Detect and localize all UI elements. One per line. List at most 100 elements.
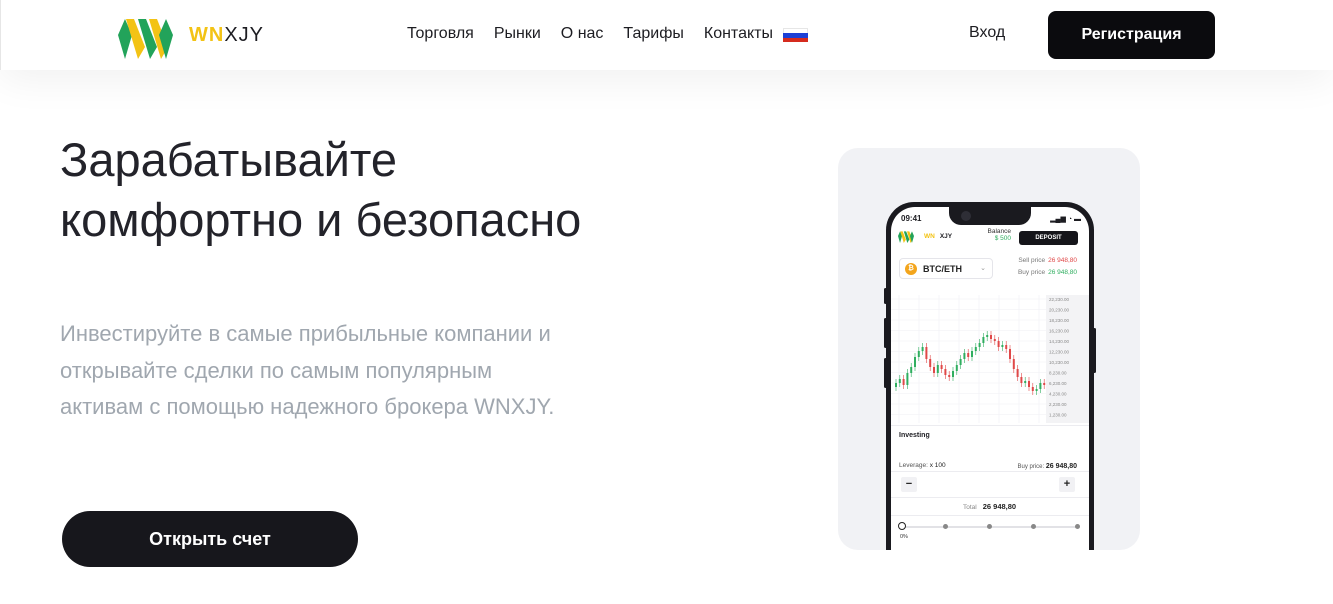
candle — [929, 359, 932, 367]
candle — [986, 335, 989, 337]
candle — [974, 347, 977, 351]
total: Total 26 948,80 — [963, 502, 1017, 511]
balance: Balance $ 500 — [987, 228, 1012, 242]
candle — [990, 335, 992, 339]
candle — [1009, 349, 1011, 359]
slider-step[interactable] — [987, 524, 992, 529]
candle — [955, 365, 958, 371]
logo-mark-icon — [118, 19, 173, 59]
price-axis-label: 2,230.00 — [1049, 402, 1067, 407]
buy-price: Buy price 26 948,80 — [1017, 269, 1077, 276]
candle — [1020, 377, 1023, 383]
sell-price: Sell price 26 948,80 — [1018, 257, 1077, 264]
candle — [902, 379, 905, 385]
candle — [1031, 387, 1034, 391]
price-axis-label: 10,230.00 — [1049, 360, 1070, 365]
price-chart: 22,230.00 20,230.00 18,230.00 16,230.00 14,2… — [891, 295, 1089, 423]
candle — [978, 343, 981, 347]
chevron-down-icon: ⌄ — [980, 265, 986, 272]
candle — [963, 353, 966, 359]
hero-title: Зарабатывайте комфортно и безопасно — [60, 133, 582, 246]
price-axis-label: 14,230.00 — [1049, 339, 1070, 344]
candle — [993, 339, 996, 341]
slider-step[interactable] — [1075, 524, 1080, 529]
candle — [959, 359, 962, 365]
price-axis-label: 6,230.00 — [1049, 381, 1067, 386]
candle — [1035, 389, 1038, 391]
main-nav: Торговля Рынки О нас Тарифы Контакты — [407, 24, 808, 44]
price-axis-label: 12,230.00 — [1049, 350, 1070, 355]
divider — [891, 497, 1089, 498]
candle — [1005, 345, 1008, 349]
nav-item-about[interactable]: О нас — [561, 24, 604, 44]
logo[interactable]: WNXJY — [118, 11, 264, 59]
nav-item-trading[interactable]: Торговля — [407, 24, 474, 44]
price-axis-label: 16,230.00 — [1049, 329, 1070, 334]
candle — [1001, 345, 1004, 347]
price-axis-label: 20,230.00 — [1049, 308, 1070, 313]
open-account-button[interactable]: Открыть счет — [62, 511, 358, 567]
language-flag-icon[interactable] — [782, 28, 808, 42]
candle — [1012, 359, 1015, 369]
candle — [940, 365, 943, 369]
deposit-button[interactable]: DEPOSIT — [1019, 231, 1078, 245]
price-axis-label: 4,230.00 — [1049, 392, 1067, 397]
candle — [1028, 381, 1030, 387]
candle — [917, 351, 920, 357]
app-logo-icon — [898, 231, 914, 243]
candle — [895, 383, 897, 387]
candle — [933, 367, 935, 373]
register-button[interactable]: Регистрация — [1048, 11, 1215, 59]
phone-screen: 09:41 ▂▄▆ ◔ ▬ WN XJY Balance $ 500 DEPOSI… — [891, 207, 1089, 550]
status-icons: ▂▄▆ ◔ ▬ — [1050, 216, 1081, 223]
leverage: Leverage: x 100 — [899, 462, 946, 469]
divider — [891, 425, 1089, 426]
candle — [906, 373, 909, 385]
candle — [1039, 383, 1042, 389]
divider — [891, 471, 1089, 472]
candle — [967, 353, 970, 357]
nav-item-markets[interactable]: Рынки — [494, 24, 541, 44]
candle — [914, 357, 916, 367]
slider-step[interactable] — [943, 524, 948, 529]
candle — [921, 347, 924, 351]
site-header: WNXJY Торговля Рынки О нас Тарифы Контак… — [0, 0, 1333, 70]
pair-selector[interactable]: ₿ BTC/ETH ⌄ — [899, 258, 993, 279]
candle — [971, 351, 973, 357]
phone-frame: 09:41 ▂▄▆ ◔ ▬ WN XJY Balance $ 500 DEPOSI… — [886, 202, 1094, 550]
phone-mockup-card: 09:41 ▂▄▆ ◔ ▬ WN XJY Balance $ 500 DEPOSI… — [838, 148, 1140, 550]
candle — [910, 367, 913, 373]
status-time: 09:41 — [901, 214, 922, 223]
nav-item-tariffs[interactable]: Тарифы — [623, 24, 683, 44]
buy-price-label: Buy price: 26 948,80 — [1017, 463, 1077, 470]
increase-button[interactable]: + — [1059, 477, 1075, 492]
divider — [891, 515, 1089, 516]
investing-label: Investing — [899, 432, 930, 439]
slider-step[interactable] — [1031, 524, 1036, 529]
candle — [952, 371, 954, 377]
slider-value: 0% — [900, 534, 908, 540]
price-axis-label: 22,230.00 — [1049, 297, 1070, 302]
candle — [944, 369, 947, 375]
candle — [1024, 381, 1027, 383]
nav-item-contacts[interactable]: Контакты — [704, 24, 773, 44]
slider-handle[interactable] — [898, 522, 906, 530]
hero-subtitle: Инвестируйте в самые прибыльные компании… — [60, 321, 555, 419]
app-logo: WN XJY — [898, 229, 952, 243]
candle — [948, 375, 951, 377]
price-axis-label: 1,230.00 — [1049, 413, 1067, 418]
candle — [1043, 383, 1046, 385]
decrease-button[interactable]: − — [901, 477, 917, 492]
candle — [925, 347, 928, 359]
candle — [936, 365, 939, 373]
logo-text: WNXJY — [189, 23, 265, 46]
price-axis-label: 18,230.00 — [1049, 318, 1070, 323]
bitcoin-icon: ₿ — [905, 262, 917, 275]
candle — [1016, 369, 1019, 377]
candle — [997, 341, 1000, 347]
candle — [898, 379, 901, 383]
price-axis-label: 8,230.00 — [1049, 371, 1067, 376]
login-link[interactable]: Вход — [969, 24, 1005, 42]
candle — [982, 337, 985, 343]
phone-notch — [949, 207, 1031, 225]
